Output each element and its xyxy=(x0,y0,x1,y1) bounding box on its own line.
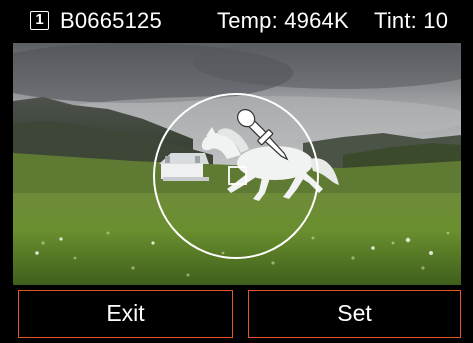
set-button[interactable]: Set xyxy=(248,290,461,338)
image-preview[interactable] xyxy=(13,43,461,285)
image-id-label: B0665125 xyxy=(60,8,162,33)
white-balance-screen: 1 B0665125 Temp: 4964K Tint: 10 Exit Set xyxy=(0,0,473,343)
status-bar: 1 B0665125 Temp: 4964K Tint: 10 xyxy=(0,0,473,42)
frame-number-badge: 1 xyxy=(30,11,49,30)
button-bar: Exit Set xyxy=(0,286,473,343)
tint-readout: Tint: 10 xyxy=(374,8,449,33)
eyedropper-icon xyxy=(237,109,289,161)
temperature-readout: Temp: 4964K xyxy=(217,8,349,33)
exit-button[interactable]: Exit xyxy=(18,290,233,338)
